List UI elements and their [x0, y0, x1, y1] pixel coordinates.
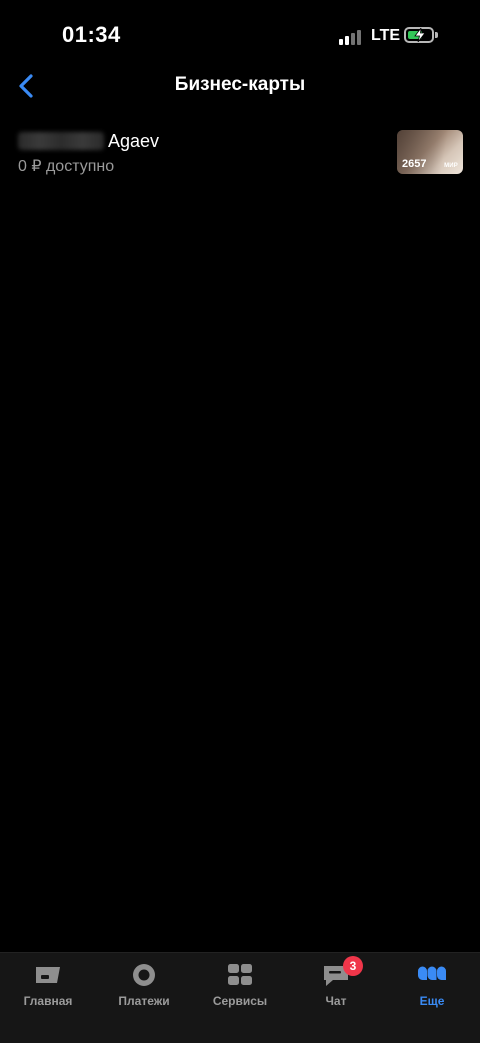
status-bar: 01:34 LTE — [0, 0, 480, 70]
tab-bar: Главная Платежи Сервисы 3 Чат Еще — [0, 952, 480, 1043]
card-owner: Agaev — [18, 130, 159, 152]
tab-home[interactable]: Главная — [0, 953, 96, 1023]
tab-more[interactable]: Еще — [384, 953, 480, 1023]
tab-more-label: Еще — [419, 994, 445, 1008]
tab-services[interactable]: Сервисы — [192, 953, 288, 1023]
services-grid-icon — [225, 962, 255, 988]
chat-bubble-icon: 3 — [321, 956, 363, 988]
more-dots-icon — [417, 962, 447, 988]
payments-circle-icon — [129, 962, 159, 988]
signal-strength-icon — [339, 29, 363, 45]
screen: 01:34 LTE Бизнес-карты Agaev 0 ₽ доступн… — [0, 0, 480, 1043]
tab-chat-label: Чат — [325, 994, 347, 1008]
network-type: LTE — [371, 27, 401, 44]
card-last-digits: 2657 — [402, 158, 427, 170]
page-title: Бизнес-карты — [174, 74, 306, 95]
charging-bolt-icon — [414, 28, 426, 42]
tab-home-label: Главная — [23, 994, 73, 1008]
card-brand-logo: МИР — [444, 163, 458, 169]
owner-name: Agaev — [108, 130, 160, 151]
tab-payments-label: Платежи — [118, 994, 170, 1008]
nav-header: Бизнес-карты — [0, 62, 480, 110]
home-card-icon — [33, 962, 63, 988]
business-card-item[interactable]: Agaev 0 ₽ доступно 2657 МИР — [0, 120, 480, 186]
battery-icon — [404, 27, 434, 43]
tab-payments[interactable]: Платежи — [96, 953, 192, 1023]
redacted-name — [18, 132, 104, 150]
battery-cap — [435, 32, 438, 38]
tab-chat[interactable]: 3 Чат — [288, 953, 384, 1023]
available-balance: 0 ₽ доступно — [18, 158, 115, 175]
status-time: 01:34 — [62, 22, 121, 47]
card-thumbnail: 2657 МИР — [397, 130, 463, 174]
chat-unread-badge: 3 — [343, 956, 363, 976]
tab-services-label: Сервисы — [212, 994, 268, 1008]
